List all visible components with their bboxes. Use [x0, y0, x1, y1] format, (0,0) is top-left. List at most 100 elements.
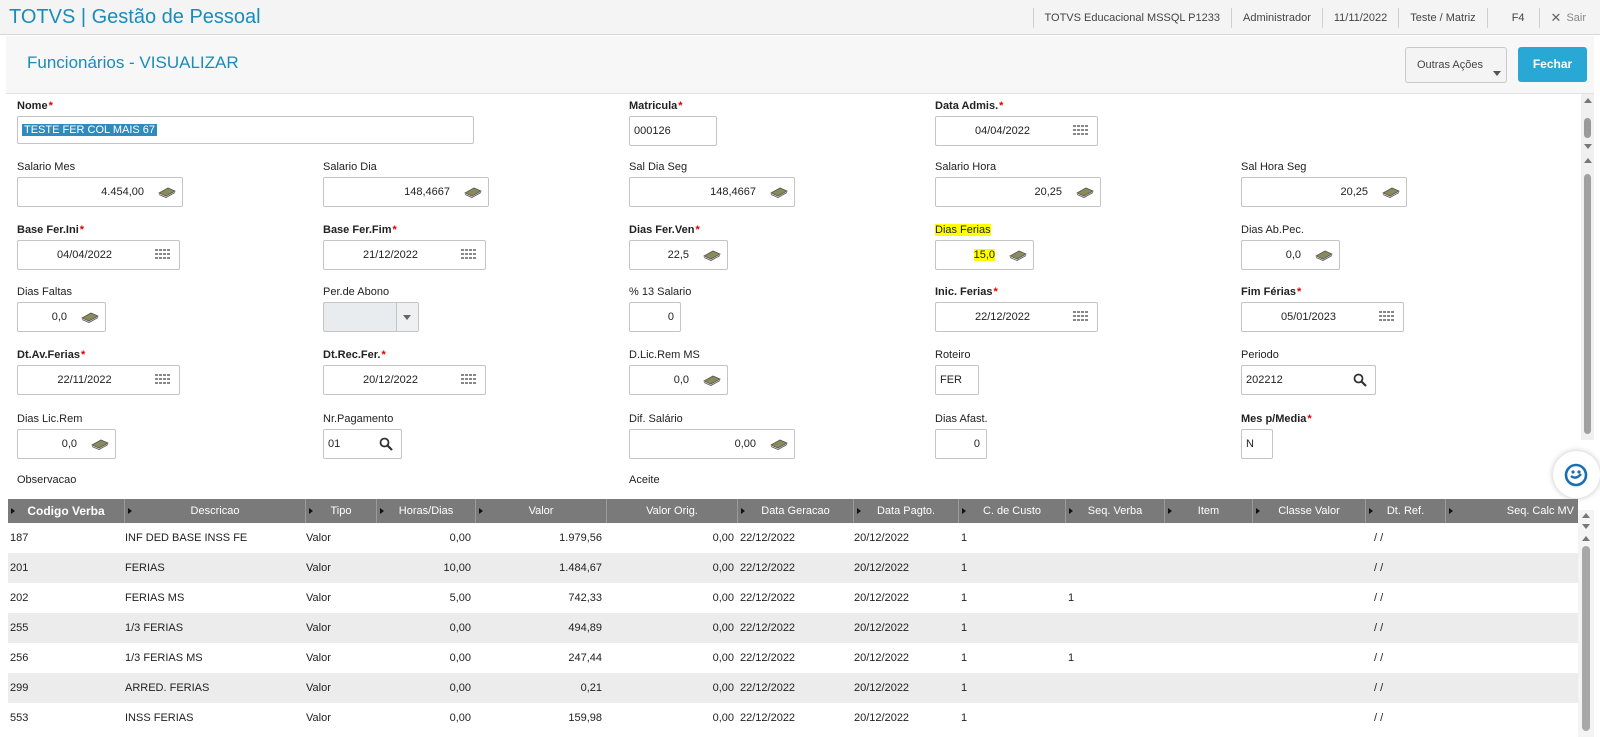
calendar-icon[interactable]	[1073, 311, 1089, 324]
base-fer-fim-input[interactable]: 21/12/2022	[323, 240, 486, 270]
money-icon[interactable]	[464, 186, 482, 198]
nome-input[interactable]: TESTE FER COL MAIS 67	[17, 116, 474, 144]
chevron-up-icon[interactable]	[1582, 536, 1590, 541]
base-fer-ini-input[interactable]: 04/04/2022	[17, 240, 180, 270]
mes-p-media-input[interactable]: N	[1241, 429, 1273, 459]
column-menu-icon[interactable]	[479, 508, 483, 514]
col-header-horas[interactable]: Horas/Dias	[377, 499, 476, 523]
col-header-valor[interactable]: Valor	[476, 499, 607, 523]
calendar-icon[interactable]	[461, 374, 477, 387]
per-abono-select[interactable]	[323, 302, 419, 332]
grid-scrollbar[interactable]	[1578, 510, 1594, 737]
calendar-icon[interactable]	[155, 249, 171, 262]
money-icon[interactable]	[1009, 249, 1027, 261]
column-menu-icon[interactable]	[962, 508, 966, 514]
table-row[interactable]: 256 1/3 FERIAS MS Valor 0,00 247,44 0,00 22/12…	[8, 643, 1578, 673]
money-icon[interactable]	[770, 186, 788, 198]
col-header-data-geracao[interactable]: Data Geracao	[738, 499, 854, 523]
scrollbar-thumb[interactable]	[1584, 174, 1591, 434]
money-icon[interactable]	[770, 438, 788, 450]
column-menu-icon[interactable]	[857, 508, 861, 514]
table-row[interactable]: 201 FERIAS Valor 10,00 1.484,67 0,00 22/12/202…	[8, 553, 1578, 583]
table-row[interactable]: 187 INF DED BASE INSS FE Valor 0,00 1.979,56…	[8, 523, 1578, 553]
money-icon[interactable]	[1382, 186, 1400, 198]
chevron-up-icon[interactable]	[1584, 158, 1592, 163]
branch-label[interactable]: Teste / Matriz	[1398, 7, 1486, 28]
column-menu-icon[interactable]	[128, 508, 132, 514]
d-lic-rem-ms-input[interactable]: 0,0	[629, 365, 728, 395]
column-menu-icon[interactable]	[309, 508, 313, 514]
money-icon[interactable]	[1076, 186, 1094, 198]
money-icon[interactable]	[91, 438, 109, 450]
col-header-item[interactable]: Item	[1165, 499, 1253, 523]
col-header-data-pagto[interactable]: Data Pagto.	[854, 499, 959, 523]
sal-dia-seg-input[interactable]: 148,4667	[629, 177, 795, 207]
salario-dia-input[interactable]: 148,4667	[323, 177, 489, 207]
dias-fer-ven-input[interactable]: 22,5	[629, 240, 728, 270]
periodo-input[interactable]: 202212	[1241, 365, 1376, 395]
column-menu-icon[interactable]	[1449, 508, 1453, 514]
date-label[interactable]: 11/11/2022	[1321, 7, 1398, 28]
inic-ferias-input[interactable]: 22/12/2022	[935, 302, 1098, 332]
sal-hora-seg-input[interactable]: 20,25	[1241, 177, 1407, 207]
money-icon[interactable]	[703, 374, 721, 386]
table-row[interactable]: 255 1/3 FERIAS Valor 0,00 494,89 0,00 22/12/20…	[8, 613, 1578, 643]
calendar-icon[interactable]	[461, 249, 477, 262]
column-menu-icon[interactable]	[380, 508, 384, 514]
other-actions-button[interactable]: Outras Ações	[1405, 47, 1507, 83]
col-header-classe-valor[interactable]: Classe Valor	[1253, 499, 1366, 523]
chevron-down-icon[interactable]	[1582, 524, 1590, 529]
chat-assistant-button[interactable]	[1553, 451, 1600, 498]
salario-hora-input[interactable]: 20,25	[935, 177, 1101, 207]
user-label[interactable]: Administrador	[1231, 7, 1322, 28]
form-scrollbar[interactable]	[1581, 94, 1594, 440]
chevron-down-icon[interactable]	[1584, 144, 1592, 149]
col-header-descricao[interactable]: Descricao	[125, 499, 306, 523]
money-icon[interactable]	[81, 311, 99, 323]
scrollbar-thumb[interactable]	[1582, 546, 1590, 731]
column-menu-icon[interactable]	[11, 508, 15, 514]
roteiro-input[interactable]: FER	[935, 365, 979, 395]
dias-lic-rem-input[interactable]: 0,0	[17, 429, 116, 459]
fim-ferias-input[interactable]: 05/01/2023	[1241, 302, 1404, 332]
exit-button[interactable]: ✕ Sair	[1538, 7, 1600, 28]
table-row[interactable]: 299 ARRED. FERIAS Valor 0,00 0,21 0,00 22/12/2…	[8, 673, 1578, 703]
dt-rec-fer-input[interactable]: 20/12/2022	[323, 365, 486, 395]
search-icon[interactable]	[1353, 373, 1367, 387]
col-header-seq-calc[interactable]: Seq. Calc MV	[1446, 499, 1578, 523]
column-menu-icon[interactable]	[1256, 508, 1260, 514]
chevron-up-icon[interactable]	[1584, 98, 1592, 103]
column-menu-icon[interactable]	[1069, 508, 1073, 514]
nr-pagamento-input[interactable]: 01	[323, 429, 402, 459]
col-header-dt-ref[interactable]: Dt. Ref.	[1366, 499, 1446, 523]
calendar-icon[interactable]	[1379, 311, 1395, 324]
column-menu-icon[interactable]	[741, 508, 745, 514]
dias-ab-pec-input[interactable]: 0,0	[1241, 240, 1340, 270]
money-icon[interactable]	[703, 249, 721, 261]
dias-afast-input[interactable]: 0	[935, 429, 987, 459]
data-admis-input[interactable]: 04/04/2022	[935, 116, 1098, 146]
money-icon[interactable]	[158, 186, 176, 198]
dias-faltas-input[interactable]: 0,0	[17, 302, 106, 332]
close-button[interactable]: Fechar	[1518, 47, 1587, 82]
col-header-codigo[interactable]: Codigo Verba	[8, 499, 125, 523]
table-row[interactable]: 202 FERIAS MS Valor 5,00 742,33 0,00 22/12/202…	[8, 583, 1578, 613]
col-header-c-custo[interactable]: C. de Custo	[959, 499, 1066, 523]
column-menu-icon[interactable]	[1168, 508, 1172, 514]
calendar-icon[interactable]	[1073, 125, 1089, 138]
dt-av-ferias-input[interactable]: 22/11/2022	[17, 365, 180, 395]
dif-salario-input[interactable]: 0,00	[629, 429, 795, 459]
pct-13-salario-input[interactable]: 0	[629, 302, 681, 332]
salario-mes-input[interactable]: 4.454,00	[17, 177, 183, 207]
table-row[interactable]: 553 INSS FERIAS Valor 0,00 159,98 0,00 22/12/2…	[8, 703, 1578, 733]
shortcut-button[interactable]: F4	[1486, 7, 1539, 28]
column-menu-icon[interactable]	[1369, 508, 1373, 514]
col-header-valor-orig[interactable]: Valor Orig.	[607, 499, 738, 523]
search-icon[interactable]	[379, 437, 393, 451]
col-header-seq-verba[interactable]: Seq. Verba	[1066, 499, 1165, 523]
calendar-icon[interactable]	[155, 374, 171, 387]
dias-ferias-input[interactable]: 15,0	[935, 240, 1034, 270]
chevron-up-icon[interactable]	[1582, 513, 1590, 518]
col-header-tipo[interactable]: Tipo	[306, 499, 377, 523]
matricula-input[interactable]: 000126	[629, 116, 717, 146]
